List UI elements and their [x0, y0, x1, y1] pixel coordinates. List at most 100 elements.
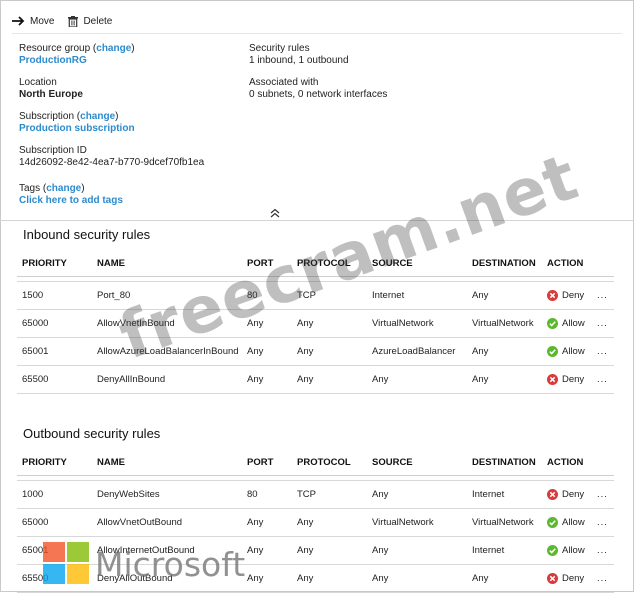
- action-label: Allow: [562, 517, 585, 528]
- table-row[interactable]: 1000 DenyWebSites 80 TCP Any Internet Deny...: [17, 480, 614, 509]
- move-button[interactable]: Move: [12, 16, 54, 27]
- column-header-source: SOURCE: [367, 250, 467, 277]
- port-cell: 80: [242, 281, 292, 310]
- source-cell: Any: [367, 365, 467, 394]
- outbound-title: Outbound security rules: [23, 426, 161, 441]
- destination-cell: Internet: [467, 536, 542, 565]
- location-label: Location: [19, 77, 57, 88]
- name-cell: AllowInternetOutBound: [92, 536, 242, 565]
- resource-group-field: Resource group (change) ProductionRG: [19, 43, 239, 67]
- priority-cell: 65001: [17, 337, 92, 366]
- port-cell: Any: [242, 536, 292, 565]
- action-cell: Deny: [542, 281, 592, 310]
- associated-field: Associated with 0 subnets, 0 network int…: [249, 77, 509, 101]
- associated-value: 0 subnets, 0 network interfaces: [249, 89, 388, 100]
- inbound-header-row: PRIORITY NAME PORT PROTOCOL SOURCE DESTINATIO…: [17, 250, 614, 277]
- destination-cell: Internet: [467, 480, 542, 509]
- associated-label: Associated with: [249, 77, 319, 88]
- protocol-cell: Any: [292, 365, 367, 394]
- source-cell: Any: [367, 564, 467, 593]
- essentials-divider: [0, 220, 634, 221]
- table-row[interactable]: 65500 DenyAllInBound Any Any Any Any Deny...: [17, 365, 614, 394]
- protocol-cell: Any: [292, 536, 367, 565]
- source-cell: VirtualNetwork: [367, 508, 467, 537]
- destination-cell: Any: [467, 281, 542, 310]
- protocol-cell: Any: [292, 508, 367, 537]
- security-rules-label: Security rules: [249, 43, 310, 54]
- deny-icon: [547, 489, 558, 500]
- row-more-button[interactable]: ...: [592, 480, 614, 509]
- action-label: Deny: [562, 573, 585, 584]
- name-cell: DenyWebSites: [92, 480, 242, 509]
- resource-group-change-link[interactable]: change: [96, 43, 131, 54]
- tags-change-link[interactable]: change: [46, 183, 81, 194]
- source-cell: AzureLoadBalancer: [367, 337, 467, 366]
- table-row[interactable]: 65000 AllowVnetInBound Any Any VirtualNetwor…: [17, 309, 614, 338]
- name-cell: AllowAzureLoadBalancerInBound: [92, 337, 242, 366]
- table-row[interactable]: 65500 DenyAllOutBound Any Any Any Any Deny...: [17, 564, 614, 593]
- column-header-source: SOURCE: [367, 449, 467, 476]
- destination-cell: Any: [467, 337, 542, 366]
- name-cell: Port_80: [92, 281, 242, 310]
- table-row[interactable]: 1500 Port_80 80 TCP Internet Any Deny...: [17, 281, 614, 310]
- arrow-right-icon: [12, 16, 25, 26]
- toolbar-divider: [12, 33, 622, 34]
- column-header-destination: DESTINATION: [467, 250, 542, 277]
- name-cell: DenyAllInBound: [92, 365, 242, 394]
- subscription-field: Subscription (change) Production subscri…: [19, 111, 239, 135]
- row-more-button[interactable]: ...: [592, 281, 614, 310]
- trash-icon: [68, 15, 79, 27]
- subscription-change-link[interactable]: change: [80, 111, 115, 122]
- action-label: Deny: [562, 374, 585, 385]
- action-cell: Allow: [542, 508, 592, 537]
- action-cell: Deny: [542, 365, 592, 394]
- protocol-cell: TCP: [292, 281, 367, 310]
- row-more-button[interactable]: ...: [592, 365, 614, 394]
- row-more-button[interactable]: ...: [592, 337, 614, 366]
- protocol-cell: TCP: [292, 480, 367, 509]
- source-cell: Any: [367, 480, 467, 509]
- table-row[interactable]: 65001 AllowAzureLoadBalancerInBound Any Any…: [17, 337, 614, 366]
- location-field: Location North Europe: [19, 77, 239, 101]
- column-header-action: ACTION: [542, 250, 592, 277]
- location-value: North Europe: [19, 89, 83, 100]
- column-header-destination: DESTINATION: [467, 449, 542, 476]
- action-cell: Allow: [542, 536, 592, 565]
- column-header-name: NAME: [92, 250, 242, 277]
- resource-group-link[interactable]: ProductionRG: [19, 55, 239, 67]
- port-cell: Any: [242, 337, 292, 366]
- row-more-button[interactable]: ...: [592, 508, 614, 537]
- action-label: Deny: [562, 290, 585, 301]
- subscription-link[interactable]: Production subscription: [19, 123, 239, 135]
- move-label: Move: [30, 15, 55, 27]
- column-header-name: NAME: [92, 449, 242, 476]
- protocol-cell: Any: [292, 309, 367, 338]
- priority-cell: 65001: [17, 536, 92, 565]
- table-row[interactable]: 65000 AllowVnetOutBound Any Any VirtualNetwo…: [17, 508, 614, 537]
- table-row[interactable]: 65001 AllowInternetOutBound Any Any Any Inter…: [17, 536, 614, 565]
- priority-cell: 65500: [17, 365, 92, 394]
- name-cell: DenyAllOutBound: [92, 564, 242, 593]
- delete-button[interactable]: Delete: [68, 15, 112, 27]
- source-cell: VirtualNetwork: [367, 309, 467, 338]
- allow-icon: [547, 545, 558, 556]
- security-rules-field: Security rules 1 inbound, 1 outbound: [249, 43, 509, 67]
- inbound-title: Inbound security rules: [23, 227, 151, 242]
- action-label: Allow: [562, 318, 585, 329]
- essentials-left: Resource group (change) ProductionRG Loc…: [19, 43, 239, 217]
- priority-cell: 65500: [17, 564, 92, 593]
- add-tags-link[interactable]: Click here to add tags: [19, 195, 239, 207]
- action-wrapper: Allow: [547, 318, 592, 329]
- allow-icon: [547, 346, 558, 357]
- source-cell: Any: [367, 536, 467, 565]
- outbound-rules-table: PRIORITY NAME PORT PROTOCOL SOURCE DESTINATIO…: [17, 449, 614, 593]
- collapse-chevron-icon[interactable]: [270, 208, 280, 218]
- security-rules-value: 1 inbound, 1 outbound: [249, 55, 349, 66]
- priority-cell: 1000: [17, 480, 92, 509]
- row-more-button[interactable]: ...: [592, 309, 614, 338]
- deny-icon: [547, 374, 558, 385]
- row-more-button[interactable]: ...: [592, 536, 614, 565]
- row-more-button[interactable]: ...: [592, 564, 614, 593]
- port-cell: Any: [242, 564, 292, 593]
- column-header-port: PORT: [242, 449, 292, 476]
